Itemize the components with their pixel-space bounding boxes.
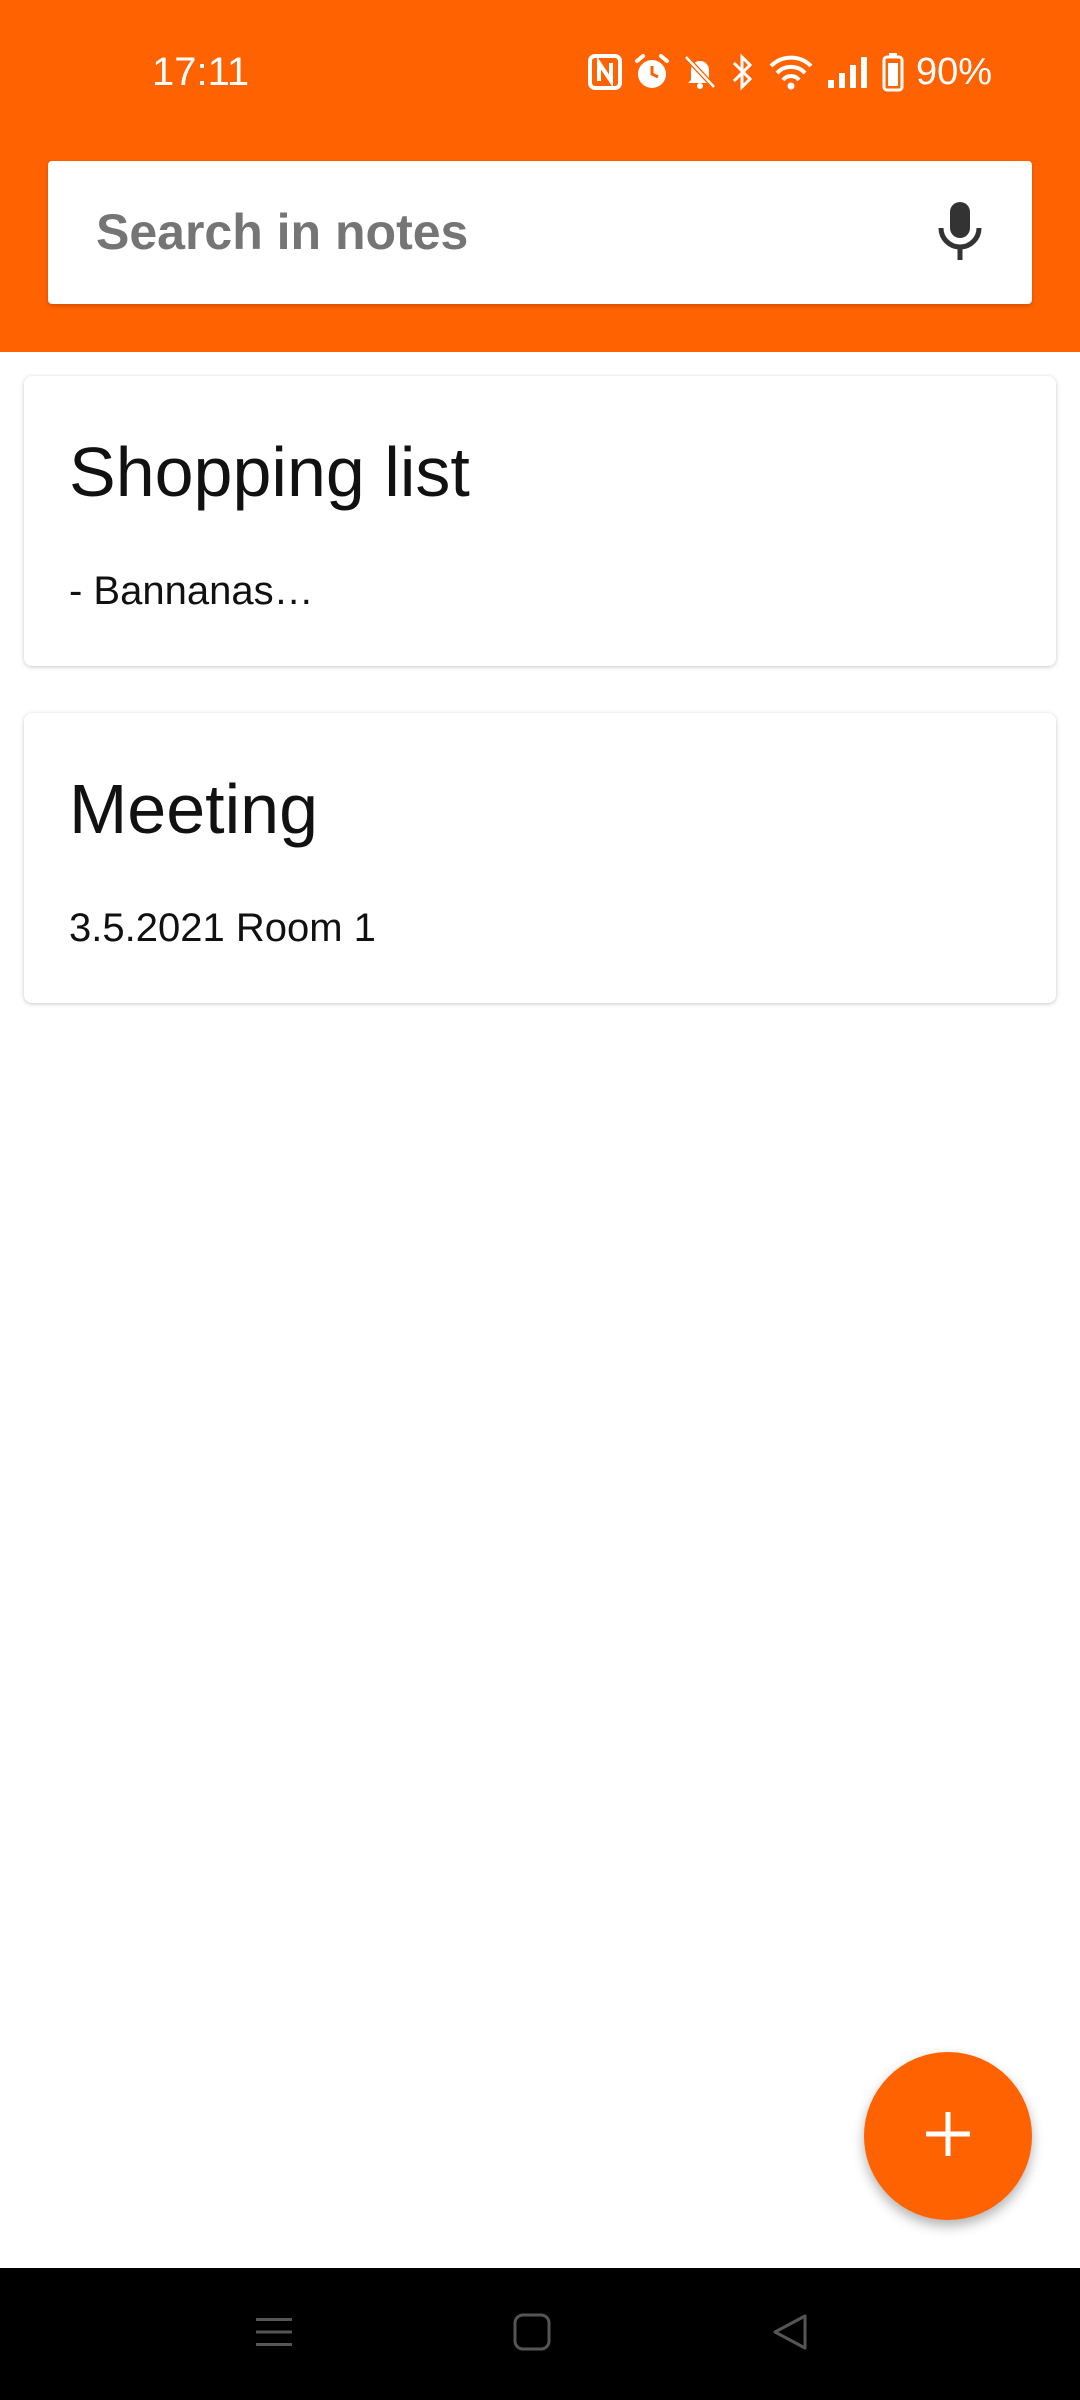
status-time: 17:11 xyxy=(152,50,250,94)
battery-icon xyxy=(882,52,904,92)
status-icons: 90% xyxy=(587,46,992,98)
note-title: Shopping list xyxy=(69,433,470,511)
status-bar: 17:11 90% xyxy=(0,0,1080,145)
back-icon xyxy=(770,2312,810,2357)
note-card[interactable]: Shopping list - Bannanas… xyxy=(24,376,1056,666)
note-preview: - Bannanas… xyxy=(69,569,314,613)
note-title: Meeting xyxy=(69,770,319,848)
app-header: 17:11 90% Search in notes xyxy=(0,0,1080,352)
note-preview: 3.5.2021 Room 1 xyxy=(69,906,376,950)
alarm-icon xyxy=(634,53,670,91)
system-nav-bar xyxy=(0,2268,1080,2400)
mic-icon xyxy=(936,200,984,267)
home-icon xyxy=(512,2312,552,2357)
nav-recents-button[interactable] xyxy=(238,2298,310,2370)
wifi-icon xyxy=(768,54,814,90)
search-input[interactable]: Search in notes xyxy=(96,161,468,304)
menu-icon xyxy=(254,2312,294,2357)
nfc-icon xyxy=(587,54,622,90)
mic-button[interactable] xyxy=(924,197,996,269)
nav-back-button[interactable] xyxy=(754,2298,826,2370)
nav-home-button[interactable] xyxy=(496,2298,568,2370)
note-card[interactable]: Meeting 3.5.2021 Room 1 xyxy=(24,713,1056,1003)
bluetooth-icon xyxy=(730,53,756,91)
signal-icon xyxy=(826,54,870,90)
battery-level: 90% xyxy=(915,51,992,93)
add-note-button[interactable] xyxy=(864,2052,1032,2220)
plus-icon xyxy=(923,2109,973,2164)
search-bar[interactable]: Search in notes xyxy=(48,161,1032,304)
bell-off-icon xyxy=(682,53,718,91)
